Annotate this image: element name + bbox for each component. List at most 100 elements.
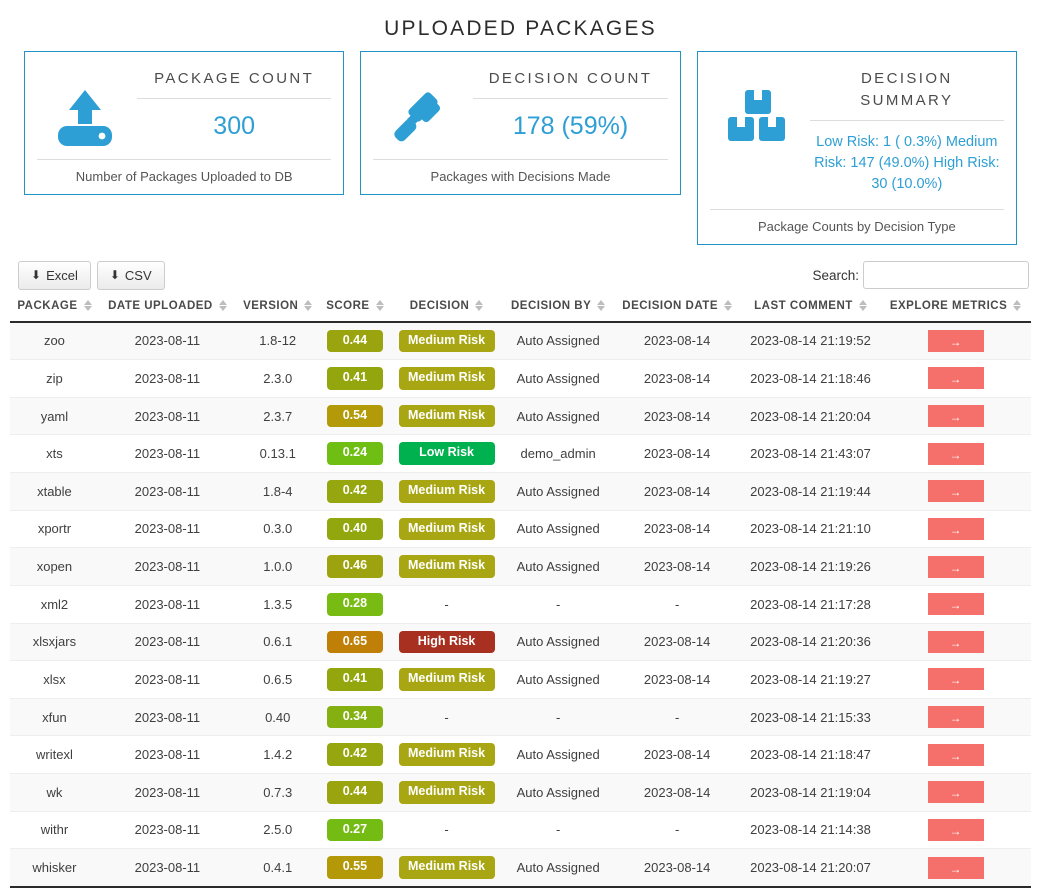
export-buttons: ⬇ Excel ⬇ CSV	[18, 261, 165, 290]
search-area: Search:	[812, 261, 1029, 289]
cell-score: 0.46	[320, 548, 391, 586]
explore-metrics-button[interactable]: →	[928, 744, 984, 766]
column-header-label: LAST COMMENT	[754, 300, 853, 312]
cell-score: 0.55	[320, 849, 391, 887]
explore-metrics-button[interactable]: →	[928, 857, 984, 879]
cell-package: xtable	[10, 473, 99, 511]
explore-metrics-button[interactable]: →	[928, 631, 984, 653]
column-header-version[interactable]: VERSION	[236, 296, 320, 322]
card-top: DECISION SUMMARY Low Risk: 1 ( 0.3%) Med…	[710, 62, 1004, 209]
divider	[137, 98, 331, 99]
cell-package: xfun	[10, 698, 99, 736]
cell-decision-date: 2023-08-14	[613, 510, 740, 548]
column-header-score[interactable]: SCORE	[320, 296, 391, 322]
column-header-label: DECISION DATE	[622, 300, 718, 312]
cell-decision: High Risk	[390, 623, 503, 661]
decision-badge: High Risk	[399, 631, 495, 654]
explore-metrics-button[interactable]: →	[928, 518, 984, 540]
cell-version: 0.4.1	[236, 849, 320, 887]
score-badge: 0.41	[327, 367, 383, 390]
sort-arrows-icon[interactable]	[219, 300, 227, 311]
cell-package: wk	[10, 774, 99, 812]
cell-decision-date: 2023-08-14	[613, 849, 740, 887]
explore-metrics-button[interactable]: →	[928, 819, 984, 841]
cell-decision-by: Auto Assigned	[503, 849, 614, 887]
sort-arrows-icon[interactable]	[475, 300, 483, 311]
boxes-icon	[710, 62, 806, 144]
cell-decision-by: Auto Assigned	[503, 397, 614, 435]
cell-decision-by: -	[503, 585, 614, 623]
card-heading: PACKAGE COUNT	[137, 62, 331, 98]
cell-last-comment: 2023-08-14 21:19:27	[741, 661, 880, 699]
explore-metrics-button[interactable]: →	[928, 480, 984, 502]
sort-arrows-icon[interactable]	[304, 300, 312, 311]
explore-metrics-button[interactable]: →	[928, 593, 984, 615]
explore-metrics-button[interactable]: →	[928, 330, 984, 352]
cell-score: 0.42	[320, 473, 391, 511]
score-badge: 0.42	[327, 743, 383, 766]
column-header-explore-metrics[interactable]: EXPLORE METRICS	[880, 296, 1031, 322]
page-title: UPLOADED PACKAGES	[0, 0, 1041, 51]
cell-date-uploaded: 2023-08-11	[99, 698, 236, 736]
column-header-decision-by[interactable]: DECISION BY	[503, 296, 614, 322]
cell-explore-metrics: →	[880, 435, 1031, 473]
cell-last-comment: 2023-08-14 21:18:46	[741, 360, 880, 398]
explore-metrics-button[interactable]: →	[928, 706, 984, 728]
cell-decision: Medium Risk	[390, 397, 503, 435]
explore-metrics-button[interactable]: →	[928, 668, 984, 690]
cell-package: withr	[10, 811, 99, 849]
cell-date-uploaded: 2023-08-11	[99, 397, 236, 435]
explore-metrics-button[interactable]: →	[928, 405, 984, 427]
explore-metrics-button[interactable]: →	[928, 443, 984, 465]
column-header-decision-date[interactable]: DECISION DATE	[613, 296, 740, 322]
cell-package: yaml	[10, 397, 99, 435]
cell-decision-by: Auto Assigned	[503, 548, 614, 586]
column-header-decision[interactable]: DECISION	[390, 296, 503, 322]
upload-to-db-icon	[37, 62, 133, 150]
cell-score: 0.54	[320, 397, 391, 435]
cell-decision-date: 2023-08-14	[613, 548, 740, 586]
column-header-package[interactable]: PACKAGE	[10, 296, 99, 322]
cell-decision: -	[390, 698, 503, 736]
score-badge: 0.55	[327, 856, 383, 879]
explore-metrics-button[interactable]: →	[928, 781, 984, 803]
sort-arrows-icon[interactable]	[84, 300, 92, 311]
sort-arrows-icon[interactable]	[859, 300, 867, 311]
decision-badge: Medium Risk	[399, 480, 495, 503]
table-row: xlsxjars2023-08-110.6.10.65High RiskAuto…	[10, 623, 1031, 661]
card-body: PACKAGE COUNT 300	[137, 62, 331, 159]
cell-explore-metrics: →	[880, 322, 1031, 360]
cell-decision-by: Auto Assigned	[503, 473, 614, 511]
excel-export-button[interactable]: ⬇ Excel	[18, 261, 91, 290]
table-row: xtable2023-08-111.8-40.42Medium RiskAuto…	[10, 473, 1031, 511]
csv-export-button[interactable]: ⬇ CSV	[97, 261, 165, 290]
cell-score: 0.34	[320, 698, 391, 736]
table-row: xfun2023-08-110.400.34---2023-08-14 21:1…	[10, 698, 1031, 736]
sort-arrows-icon[interactable]	[1013, 300, 1021, 311]
sort-arrows-icon[interactable]	[724, 300, 732, 311]
sort-arrows-icon[interactable]	[376, 300, 384, 311]
explore-metrics-button[interactable]: →	[928, 556, 984, 578]
cell-decision-date: 2023-08-14	[613, 623, 740, 661]
column-header-label: DATE UPLOADED	[108, 300, 213, 312]
cell-decision: Medium Risk	[390, 736, 503, 774]
cell-date-uploaded: 2023-08-11	[99, 623, 236, 661]
cell-last-comment: 2023-08-14 21:17:28	[741, 585, 880, 623]
cell-last-comment: 2023-08-14 21:21:10	[741, 510, 880, 548]
cell-package: writexl	[10, 736, 99, 774]
sort-arrows-icon[interactable]	[597, 300, 605, 311]
column-header-date-uploaded[interactable]: DATE UPLOADED	[99, 296, 236, 322]
cell-package: xopen	[10, 548, 99, 586]
explore-metrics-button[interactable]: →	[928, 367, 984, 389]
cell-explore-metrics: →	[880, 360, 1031, 398]
cell-version: 0.3.0	[236, 510, 320, 548]
search-input[interactable]	[863, 261, 1029, 289]
cell-version: 0.6.5	[236, 661, 320, 699]
cell-decision: Low Risk	[390, 435, 503, 473]
cell-score: 0.24	[320, 435, 391, 473]
cell-last-comment: 2023-08-14 21:19:26	[741, 548, 880, 586]
column-header-last-comment[interactable]: LAST COMMENT	[741, 296, 880, 322]
cell-date-uploaded: 2023-08-11	[99, 473, 236, 511]
cell-decision-date: 2023-08-14	[613, 774, 740, 812]
table-toolbar: ⬇ Excel ⬇ CSV Search:	[0, 245, 1041, 296]
